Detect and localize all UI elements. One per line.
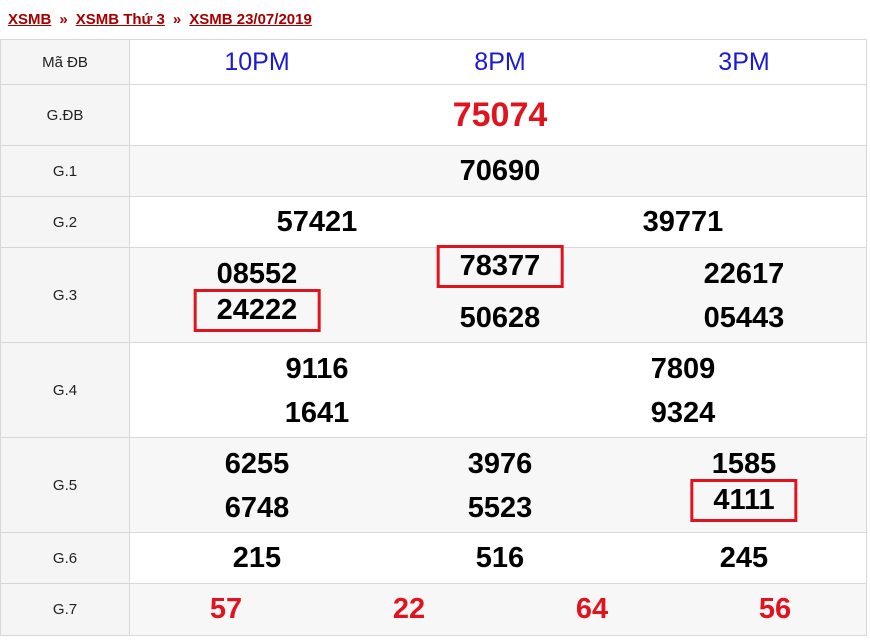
prize-g1-cell: 70690 bbox=[129, 145, 867, 197]
special-code: 8PM bbox=[474, 48, 526, 76]
prize-number: 57421 bbox=[276, 206, 358, 238]
row-label-ma-db: Mã ĐB bbox=[0, 39, 130, 85]
table-row-g7: G.7 57 22 64 56 bbox=[0, 583, 867, 636]
prize-number-highlighted: 78377 bbox=[436, 245, 564, 288]
table-row-gdb: G.ĐB 75074 bbox=[0, 84, 867, 146]
prize-number-special: 57 bbox=[209, 593, 243, 625]
table-row-g1: G.1 70690 bbox=[0, 145, 867, 197]
breadcrumb-link-date[interactable]: XSMB 23/07/2019 bbox=[189, 11, 312, 28]
prize-number-highlighted: 24222 bbox=[193, 289, 321, 332]
row-label-g1: G.1 bbox=[0, 145, 130, 197]
breadcrumb-separator: » bbox=[172, 11, 182, 28]
prize-number: 70690 bbox=[459, 155, 541, 187]
prize-gdb-cell: 75074 bbox=[129, 84, 867, 146]
prize-number: 6255 bbox=[224, 448, 290, 480]
prize-g2-cell: 57421 39771 bbox=[129, 196, 867, 248]
breadcrumb-separator: » bbox=[59, 11, 68, 28]
table-row-g4: G.4 9116 7809 1641 9324 bbox=[0, 342, 867, 438]
special-codes-cell: 10PM 8PM 3PM bbox=[129, 39, 867, 85]
breadcrumb-link-weekday[interactable]: XSMB Thứ 3 bbox=[76, 11, 165, 28]
row-label-g6: G.6 bbox=[0, 532, 130, 584]
table-row-g3: G.3 08552 78377 22617 24222 50628 05443 bbox=[0, 245, 867, 343]
prize-number: 5523 bbox=[467, 492, 533, 524]
prize-number: 9324 bbox=[650, 397, 716, 429]
breadcrumb: XSMB » XSMB Thứ 3 » XSMB 23/07/2019 bbox=[0, 0, 866, 39]
prize-number: 1585 bbox=[711, 448, 777, 480]
prize-number-highlighted: 4111 bbox=[690, 479, 798, 522]
prize-number: 22617 bbox=[703, 258, 785, 290]
prize-g7-cell: 57 22 64 56 bbox=[129, 583, 867, 636]
prize-number: 9116 bbox=[285, 353, 349, 385]
results-table: Mã ĐB 10PM 8PM 3PM G.ĐB 75074 G.1 70690 … bbox=[0, 39, 867, 636]
prize-number: 215 bbox=[232, 542, 282, 574]
prize-number: 7809 bbox=[650, 353, 716, 385]
row-label-g2: G.2 bbox=[0, 196, 130, 248]
prize-number: 50628 bbox=[459, 302, 541, 334]
row-label-g4: G.4 bbox=[0, 342, 130, 438]
table-row-header: Mã ĐB 10PM 8PM 3PM bbox=[0, 39, 867, 85]
prize-g6-cell: 215 516 245 bbox=[129, 532, 867, 584]
prize-number: 39771 bbox=[642, 206, 724, 238]
prize-number: 245 bbox=[719, 542, 769, 574]
row-label-g3: G.3 bbox=[0, 247, 130, 343]
table-row-g2: G.2 57421 39771 bbox=[0, 196, 867, 248]
prize-number: 3976 bbox=[467, 448, 533, 480]
prize-number: 1641 bbox=[284, 397, 350, 429]
prize-number: 08552 bbox=[216, 258, 298, 290]
row-label-gdb: G.ĐB bbox=[0, 84, 130, 146]
prize-number: 6748 bbox=[224, 492, 290, 524]
prize-number: 05443 bbox=[703, 302, 785, 334]
prize-number-special: 22 bbox=[392, 593, 426, 625]
special-code: 3PM bbox=[718, 48, 770, 76]
special-code: 10PM bbox=[224, 48, 290, 76]
breadcrumb-link-xsmb[interactable]: XSMB bbox=[8, 11, 51, 28]
row-label-g7: G.7 bbox=[0, 583, 130, 636]
prize-g5-cell: 6255 3976 1585 6748 5523 4111 bbox=[129, 437, 867, 533]
prize-g4-cell: 9116 7809 1641 9324 bbox=[129, 342, 867, 438]
prize-number-special: 64 bbox=[575, 593, 609, 625]
table-row-g5: G.5 6255 3976 1585 6748 5523 4111 bbox=[0, 437, 867, 533]
row-label-g5: G.5 bbox=[0, 437, 130, 533]
prize-number: 516 bbox=[475, 542, 525, 574]
table-row-g6: G.6 215 516 245 bbox=[0, 532, 867, 584]
prize-number-special: 56 bbox=[758, 593, 792, 625]
prize-g3-cell: 08552 78377 22617 24222 50628 05443 bbox=[129, 245, 867, 343]
prize-number-special: 75074 bbox=[452, 96, 548, 134]
